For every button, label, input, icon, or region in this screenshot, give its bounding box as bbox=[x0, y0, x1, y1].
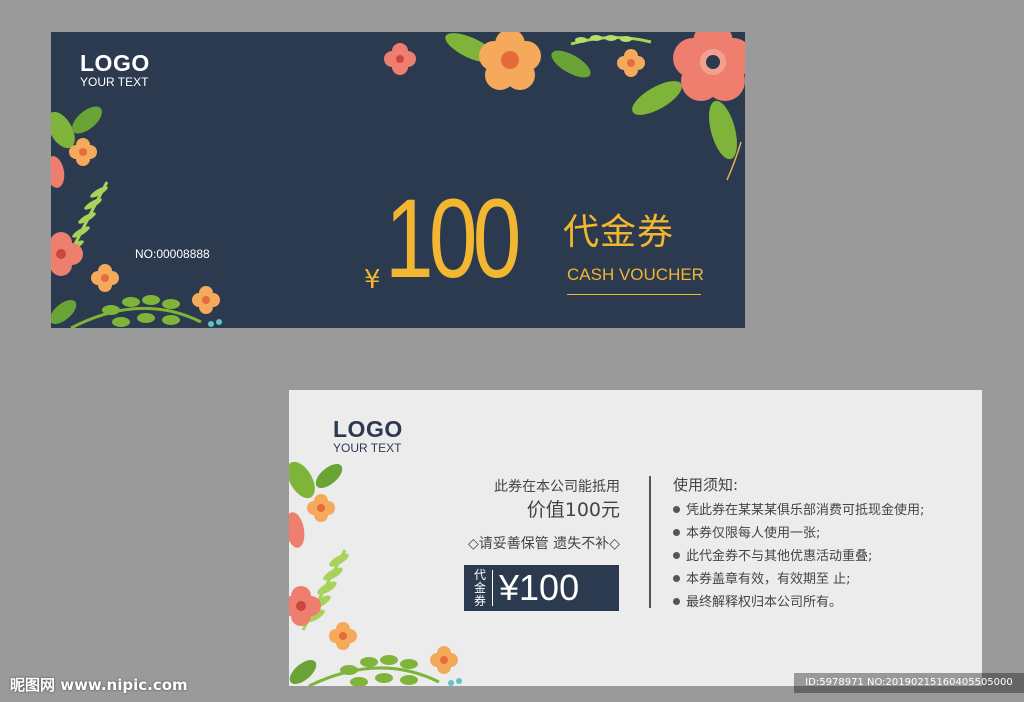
keep-safe-note: ◇请妥善保管 遗失不补◇ bbox=[468, 536, 620, 552]
watermark-site: 昵图网 www.nipic.com bbox=[10, 676, 188, 694]
price-tag-char: 券 bbox=[473, 594, 486, 608]
currency-symbol: ¥ bbox=[364, 265, 381, 295]
voucher-front: LOGO YOUR TEXT NO:00008888 ¥ 100 代金券 CAS… bbox=[51, 32, 745, 328]
front-logo-subtext: YOUR TEXT bbox=[80, 75, 149, 89]
price-tag-vertical: 代 金 券 bbox=[472, 569, 488, 608]
rule-item: 本券盖章有效，有效期至 止; bbox=[673, 568, 924, 591]
voucher-amount: 100 bbox=[385, 176, 521, 301]
rule-text: 凭此券在某某某俱乐部消费可抵现金使用; bbox=[686, 503, 925, 518]
rule-item: 本券仅限每人使用一张; bbox=[673, 522, 924, 545]
vertical-divider bbox=[649, 476, 651, 608]
bullet-dot-icon bbox=[673, 598, 680, 605]
rule-item: 凭此券在某某某俱乐部消费可抵现金使用; bbox=[673, 499, 924, 522]
rule-item: 最终解释权归本公司所有。 bbox=[673, 591, 924, 614]
bullet-dot-icon bbox=[673, 575, 680, 582]
rule-text: 本券仅限每人使用一张; bbox=[686, 526, 821, 541]
voucher-title-cn: 代金券 bbox=[563, 212, 675, 253]
price-box-separator bbox=[492, 570, 493, 606]
rule-item: 此代金券不与其他优惠活动重叠; bbox=[673, 545, 924, 568]
value-statement: 价值100元 bbox=[526, 499, 620, 521]
price-value: ¥100 bbox=[499, 567, 580, 608]
usage-statement: 此券在本公司能抵用 bbox=[494, 479, 620, 495]
back-logo: LOGO YOUR TEXT bbox=[333, 417, 403, 455]
rules-list: 凭此券在某某某俱乐部消费可抵现金使用; 本券仅限每人使用一张; 此代金券不与其他… bbox=[673, 499, 924, 614]
back-logo-text: LOGO bbox=[333, 416, 403, 442]
rule-text: 最终解释权归本公司所有。 bbox=[686, 595, 843, 610]
front-logo: LOGO YOUR TEXT bbox=[80, 51, 150, 89]
bullet-dot-icon bbox=[673, 552, 680, 559]
front-logo-text: LOGO bbox=[80, 50, 150, 76]
watermark-id: ID:5978971 NO:20190215160405505000 bbox=[794, 673, 1024, 693]
voucher-back: LOGO YOUR TEXT 此券在本公司能抵用 价值100元 ◇请妥善保管 遗… bbox=[289, 390, 982, 686]
rules-title: 使用须知: bbox=[673, 476, 739, 494]
serial-number: NO:00008888 bbox=[135, 247, 210, 261]
bullet-dot-icon bbox=[673, 506, 680, 513]
voucher-title-en: CASH VOUCHER bbox=[567, 265, 704, 284]
price-box: 代 金 券 ¥100 bbox=[464, 565, 619, 611]
title-underline bbox=[567, 294, 701, 295]
bullet-dot-icon bbox=[673, 529, 680, 536]
back-logo-subtext: YOUR TEXT bbox=[333, 441, 402, 455]
rule-text: 此代金券不与其他优惠活动重叠; bbox=[686, 549, 873, 564]
rule-text: 本券盖章有效，有效期至 止; bbox=[686, 572, 851, 587]
